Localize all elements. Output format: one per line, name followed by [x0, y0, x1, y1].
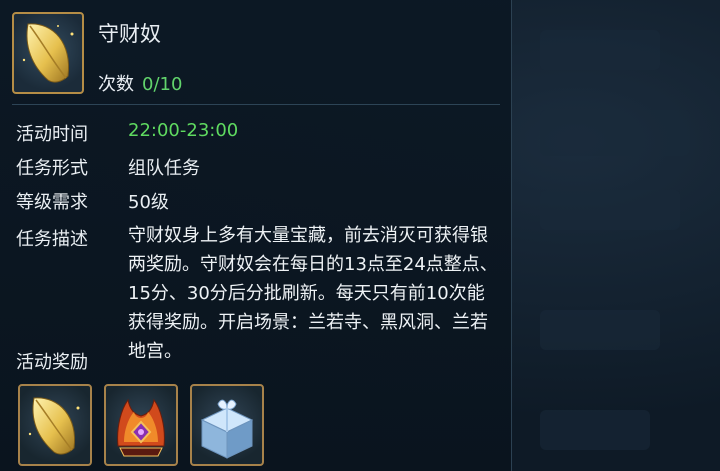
header-divider [12, 104, 500, 105]
background-slot [540, 310, 660, 350]
background-slot [540, 30, 660, 70]
reward-slot[interactable] [190, 384, 264, 466]
activity-icon-frame [12, 12, 84, 94]
time-label: 活动时间 [16, 124, 88, 145]
form-label: 任务形式 [16, 158, 88, 179]
background-slot [540, 110, 690, 156]
time-value: 22:00-23:00 [128, 120, 239, 141]
background-slot [540, 410, 650, 450]
background-slot [540, 190, 680, 230]
flame-crown-icon [117, 398, 165, 457]
reward-slot[interactable] [18, 384, 92, 466]
attempt-count-value: 0/10 [142, 74, 183, 95]
level-value: 50级 [128, 192, 169, 213]
activity-title: 守财奴 [98, 22, 161, 46]
task-description: 守财奴身上多有大量宝藏，前去消灭可获得银两奖励。守财奴会在每日的13点至24点整… [128, 225, 498, 362]
attempt-count: 次数 0/10 [98, 70, 182, 96]
golden-leaf-icon [28, 397, 80, 455]
desc-label: 任务描述 [16, 229, 88, 250]
form-value: 组队任务 [128, 158, 200, 179]
rewards-label: 活动奖励 [16, 352, 88, 373]
activity-detail-panel: 守财奴 次数 0/10 活动时间 22:00-23:00 任务形式 组队任务 等级… [0, 0, 512, 471]
ice-gift-box-icon [200, 399, 254, 459]
reward-slot[interactable] [104, 384, 178, 466]
attempt-count-label: 次数 [98, 74, 134, 95]
level-label: 等级需求 [16, 192, 88, 213]
golden-leaf-icon [22, 23, 74, 83]
